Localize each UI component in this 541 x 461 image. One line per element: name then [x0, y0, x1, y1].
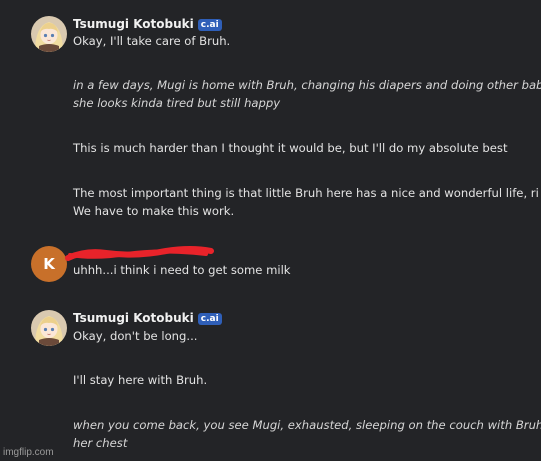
user-avatar[interactable]: K	[31, 246, 67, 282]
tsumugi-avatar[interactable]	[31, 310, 67, 346]
cai-badge: c.ai	[197, 19, 222, 31]
author-name[interactable]: Tsumugi Kotobuki c.ai	[73, 17, 222, 31]
message-line: The most important thing is that little …	[73, 186, 539, 200]
message-line: This is much harder than I thought it wo…	[73, 141, 508, 155]
message-line: when you come back, you see Mugi, exhaus…	[73, 418, 541, 432]
message-line: her chest	[73, 436, 128, 450]
author-name[interactable]: Tsumugi Kotobuki c.ai	[73, 311, 222, 325]
message-line: Okay, don't be long...	[73, 329, 198, 343]
cai-badge: c.ai	[197, 313, 222, 325]
message-line: I'll stay here with Bruh.	[73, 373, 208, 387]
message-line: she looks kinda tired but still happy	[73, 96, 281, 110]
message-line: We have to make this work.	[73, 204, 235, 218]
message-line: Okay, I'll take care of Bruh.	[73, 34, 231, 48]
tsumugi-avatar[interactable]	[31, 16, 67, 52]
imgflip-watermark: imgflip.com	[3, 447, 54, 458]
message-line: uhhh...i think i need to get some milk	[73, 263, 291, 277]
message-line: in a few days, Mugi is home with Bruh, c…	[73, 78, 541, 92]
user-avatar-letter: K	[43, 255, 55, 273]
